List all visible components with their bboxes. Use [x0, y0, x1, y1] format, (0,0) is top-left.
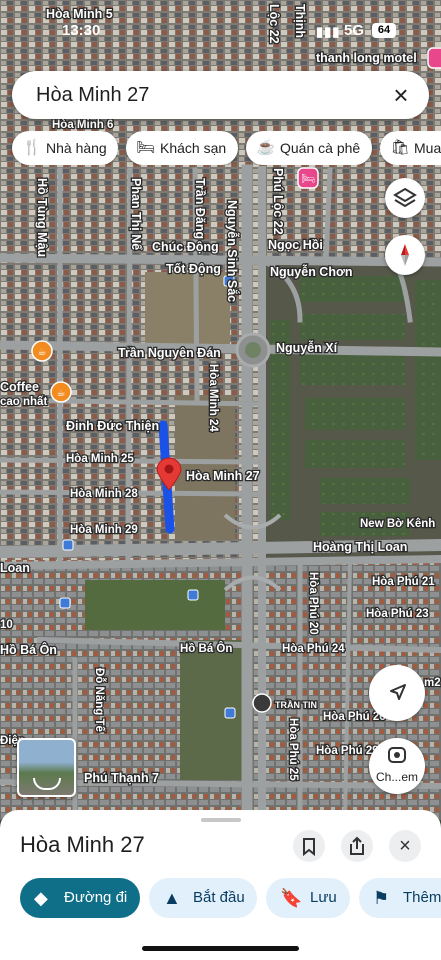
street-label: Phan Thị Nể [129, 178, 143, 250]
street-label: m2 [424, 677, 441, 689]
svg-text:☕: ☕ [38, 347, 47, 358]
compass-icon [401, 244, 409, 266]
coffee-poi-icon[interactable]: ☕ [50, 381, 72, 403]
street-label: Hòa Minh 25 [66, 453, 134, 465]
street-label: Hòa Phú 23 [366, 608, 429, 620]
start-button[interactable]: ▲ Bắt đầu [149, 878, 257, 918]
street-label: Hồ Tùng Mậu [35, 178, 49, 257]
street-label: Lộc 22 [267, 4, 281, 44]
street-label: Nguyễn Sinh Sắc [225, 200, 240, 302]
clear-search-icon[interactable]: × [387, 81, 415, 109]
street-label: Phú Lộc 22 [271, 168, 285, 235]
rotate-360-icon [33, 778, 61, 790]
lens-label: Ch...em [375, 770, 418, 784]
street-label: 10 [0, 619, 13, 631]
hotel-icon: 🛏 [136, 139, 156, 156]
street-label: Trần Đăng [193, 178, 207, 239]
street-label: Phú Thạnh 7 [84, 771, 159, 785]
battery-icon: 64 [372, 23, 396, 38]
signal-icon: ▮▮▮ [316, 24, 341, 39]
layers-icon [393, 187, 417, 208]
directions-icon: ◆ [34, 888, 48, 908]
street-label: Đỗ Năng Tế [93, 668, 106, 732]
street-label: Hồ Bá Ôn [180, 642, 232, 655]
lens-button[interactable]: Ch...em [369, 738, 425, 794]
street-label: Chúc Động [152, 240, 219, 254]
svg-text:🛏: 🛏 [301, 172, 315, 185]
street-label: Trần Nguyên Đán [118, 346, 221, 360]
start-navigation-icon: ▲ [163, 888, 181, 908]
street-label: Hòa Minh 29 [70, 524, 138, 536]
street-label: Hòa Minh 28 [70, 488, 138, 500]
bookmark-icon [303, 838, 315, 857]
hotel-poi-icon[interactable]: 🛏 [297, 167, 319, 189]
empty-lot [145, 272, 230, 344]
save-place-button[interactable] [293, 830, 325, 862]
place-details-sheet[interactable]: Hòa Minh 27 × ◆ Đường đi ▲ Bắt đầu 🔖 Lưu… [0, 810, 441, 960]
street-label: Hồ Bá Ôn [0, 642, 57, 657]
green-area [85, 580, 225, 630]
selected-street-label: Hòa Minh 27 [186, 469, 260, 483]
place-poi-icon[interactable] [252, 693, 272, 713]
street-label: Đinh Đức Thiện [66, 419, 159, 433]
flag-icon: ⚑ [373, 888, 390, 908]
street-label: Loan [0, 561, 30, 575]
street-label: Hòa Phú 24 [282, 643, 345, 655]
drag-handle[interactable] [201, 818, 241, 822]
share-button[interactable] [341, 830, 373, 862]
street-label: Thịnh [293, 4, 307, 38]
share-icon [350, 836, 364, 855]
category-chips: 🍴 Nhà hàng 🛏 Khách sạn ☕ Quán cà phê 🛍 M… [0, 131, 441, 165]
chip-hotels[interactable]: 🛏 Khách sạn [126, 131, 238, 165]
street-label: Hòa Minh 5 [46, 7, 113, 21]
green-area [180, 640, 250, 780]
navigation-arrow-icon [390, 684, 406, 700]
street-label: Hoàng Thị Loan [313, 540, 407, 554]
poi-label: cao nhất [0, 396, 47, 408]
restaurant-icon: 🍴 [22, 139, 42, 156]
camera-lens-icon [388, 747, 406, 763]
street-label: Hòa Minh 24 [207, 364, 219, 432]
hotel-poi-icon[interactable] [427, 47, 441, 69]
more-button[interactable]: ⚑ Thêm [359, 878, 441, 918]
home-indicator [142, 946, 299, 951]
search-bar[interactable]: Hòa Minh 27 × [12, 71, 429, 119]
street-label: Nguyễn Xí [276, 340, 338, 355]
layers-button[interactable] [385, 178, 425, 218]
network-type: 5G [344, 22, 365, 39]
svg-text:☕: ☕ [57, 388, 66, 399]
shopping-bag-icon: 🛍 [390, 139, 410, 156]
poi-label: Coffee [0, 380, 39, 394]
status-time: 13:30 [62, 22, 101, 39]
save-button[interactable]: 🔖 Lưu [266, 878, 350, 918]
cafe-icon: ☕ [256, 139, 276, 156]
close-panel-button[interactable]: × [389, 830, 421, 862]
poi-label: TRẦN TIN [275, 700, 317, 710]
chip-restaurants[interactable]: 🍴 Nhà hàng [12, 131, 118, 165]
street-label: Ngọc Hồi [268, 238, 323, 252]
coffee-poi-icon[interactable]: ☕ [31, 340, 53, 362]
my-location-button[interactable] [369, 665, 425, 721]
chip-shopping[interactable]: 🛍 Mua [380, 131, 441, 165]
street-label: Tốt Động [166, 262, 221, 276]
street-label: Hòa Phú 25 [287, 718, 299, 781]
street-label: Nguyễn Chơn [270, 264, 353, 279]
search-query[interactable]: Hòa Minh 27 [36, 84, 149, 107]
close-icon: × [399, 835, 411, 857]
street-label: Hòa Minh 6 [52, 119, 113, 131]
compass-button[interactable] [385, 235, 425, 275]
chip-cafes[interactable]: ☕ Quán cà phê [246, 131, 372, 165]
directions-button[interactable]: ◆ Đường đi [20, 878, 140, 918]
place-title: Hòa Minh 27 [20, 832, 145, 857]
save-icon: 🔖 [280, 888, 303, 908]
street-label: Hòa Phú 21 [372, 576, 435, 588]
street-view-thumbnail[interactable] [17, 738, 76, 797]
street-label: Hòa Phú 20 [307, 572, 319, 635]
street-label: New Bờ Kênh [360, 518, 435, 530]
poi-label: thanh long motel [316, 51, 417, 65]
